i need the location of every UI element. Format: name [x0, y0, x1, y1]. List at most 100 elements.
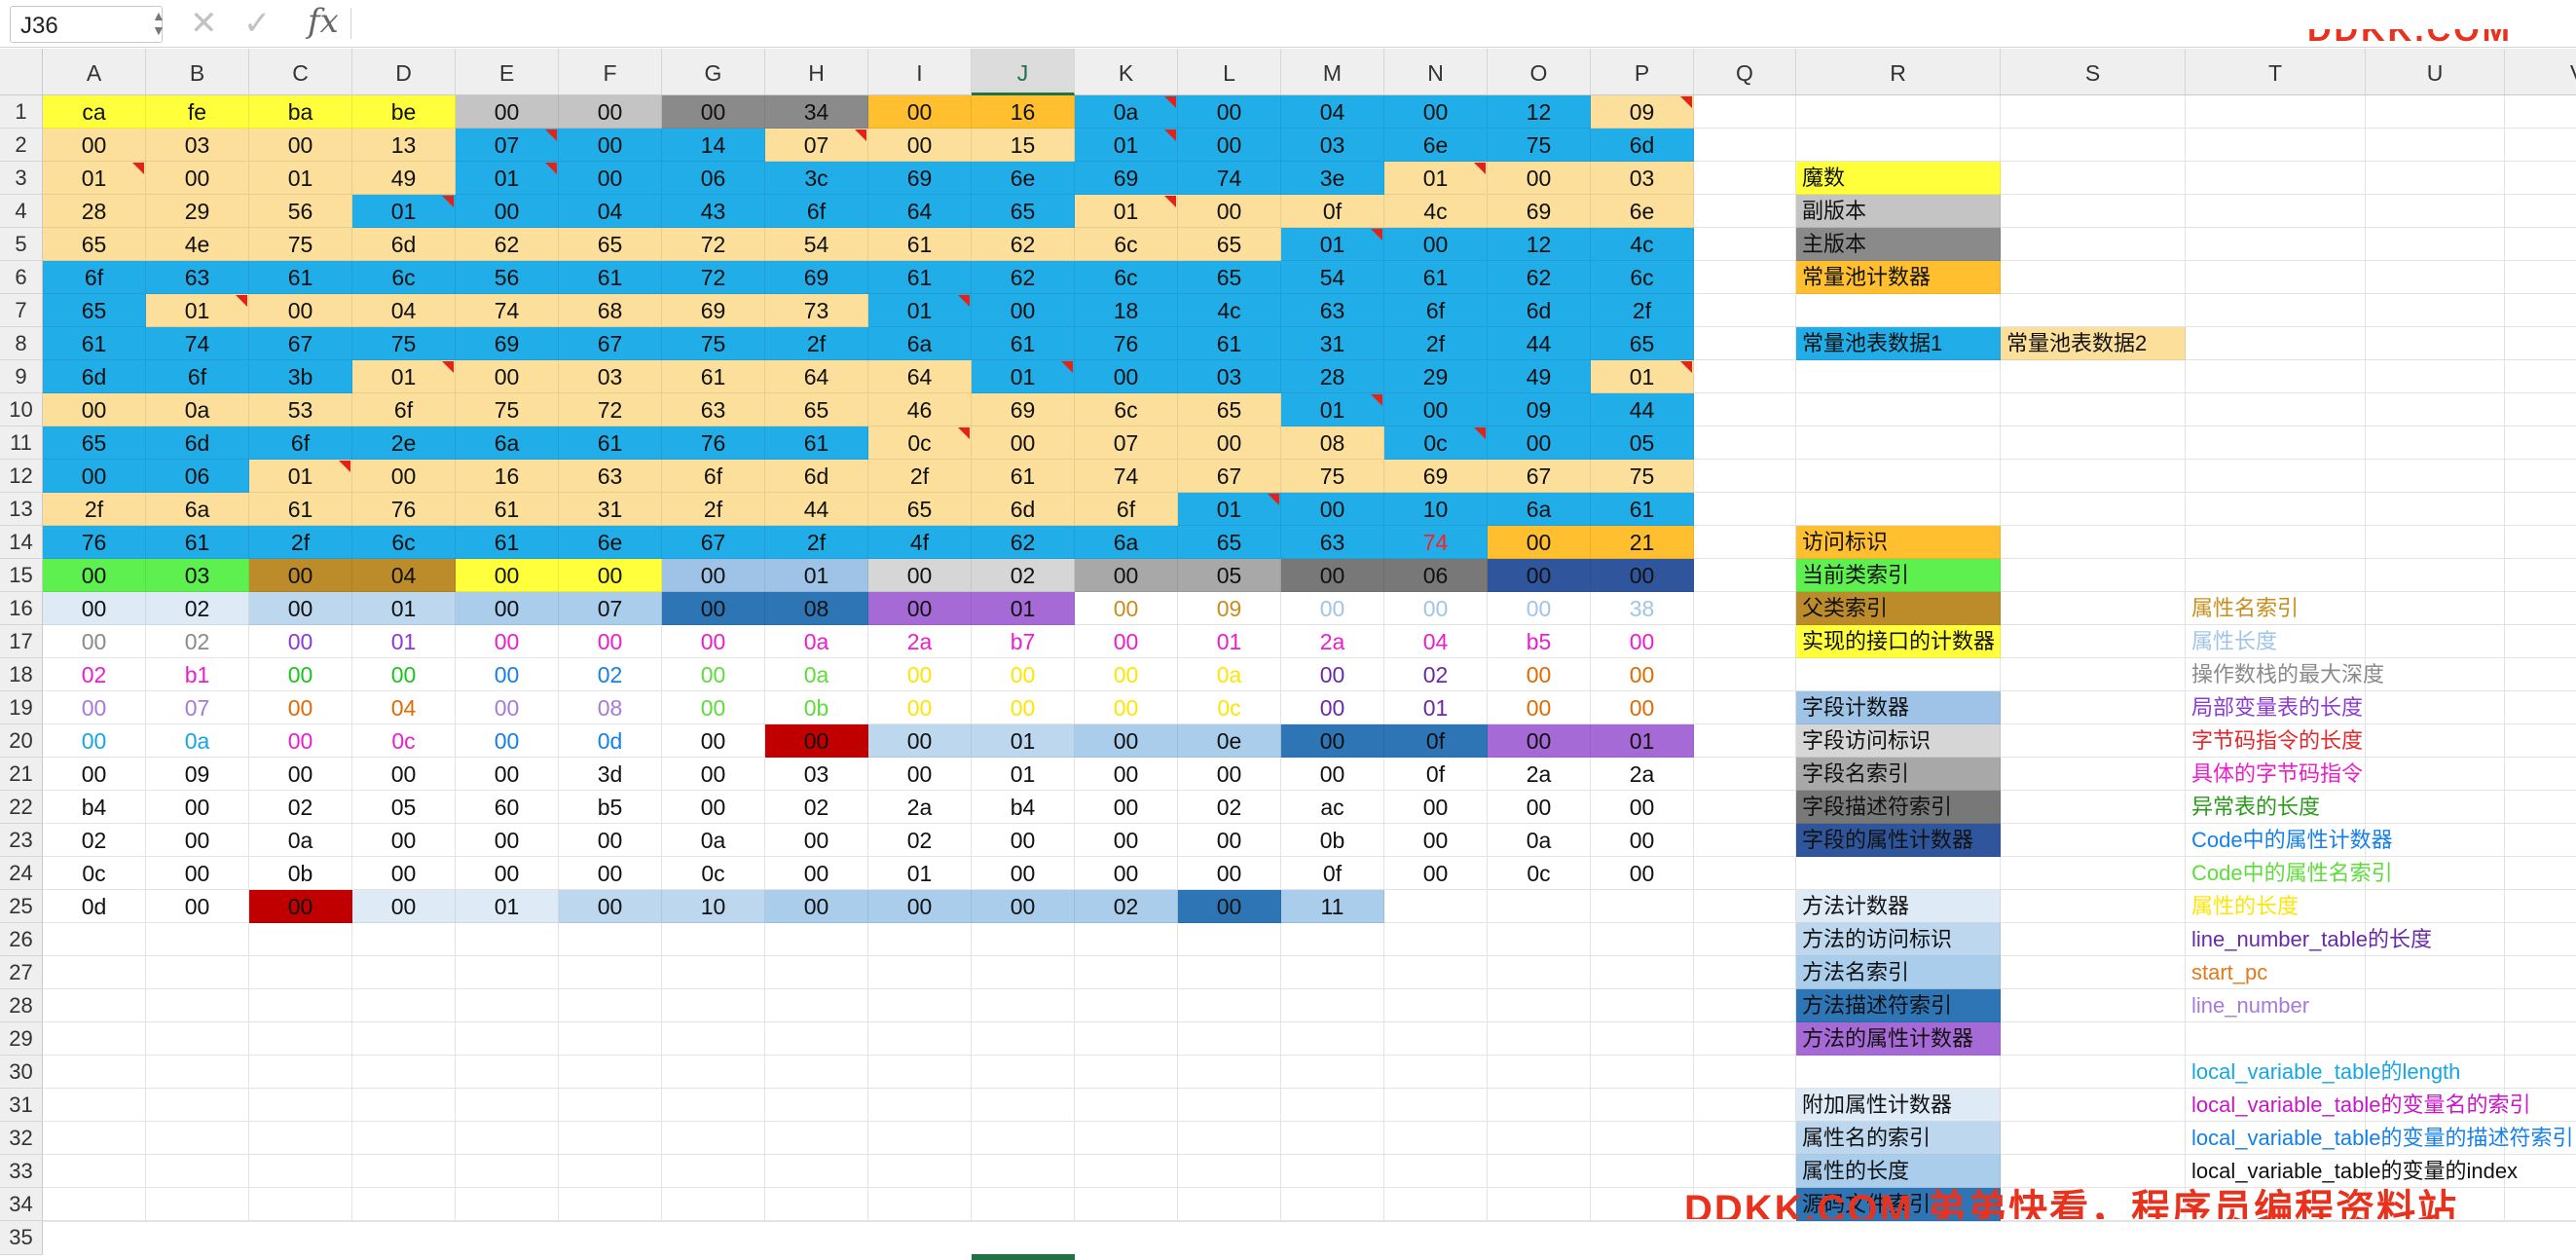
grid-cell[interactable]	[972, 1089, 1075, 1122]
hex-cell-b1[interactable]: fe	[146, 95, 249, 129]
grid-cell[interactable]	[43, 1221, 146, 1222]
hex-cell-l21[interactable]: 00	[1178, 758, 1281, 791]
legend-text-label[interactable]: 属性长度	[2186, 625, 2366, 658]
hex-cell-b22[interactable]: 00	[146, 791, 249, 824]
legend-label[interactable]: 字段描述符索引	[1796, 791, 2001, 824]
row-header-12[interactable]: 12	[0, 460, 43, 493]
hex-cell-k5[interactable]: 6c	[1075, 228, 1178, 261]
hex-cell-b5[interactable]: 4e	[146, 228, 249, 261]
hex-cell-d6[interactable]: 6c	[352, 261, 456, 294]
hex-cell-k12[interactable]: 74	[1075, 460, 1178, 493]
grid-cell[interactable]	[1694, 393, 1796, 426]
hex-cell-h3[interactable]: 3c	[765, 162, 868, 195]
hex-cell-i11[interactable]: 0c	[868, 426, 972, 460]
legend-text-label[interactable]: local_variable_table的变量的描述符索引	[2186, 1122, 2573, 1155]
grid-cell[interactable]	[43, 1155, 146, 1188]
row-header-13[interactable]: 13	[0, 493, 43, 526]
column-header-k[interactable]: K	[1075, 49, 1178, 95]
hex-cell-h6[interactable]: 69	[765, 261, 868, 294]
grid-cell[interactable]	[352, 923, 456, 956]
hex-cell-l19[interactable]: 0c	[1178, 691, 1281, 724]
grid-cell[interactable]	[2001, 426, 2186, 460]
hex-cell-l23[interactable]: 00	[1178, 824, 1281, 857]
hex-cell-k2[interactable]: 01	[1075, 129, 1178, 162]
grid-cell[interactable]	[249, 1122, 352, 1155]
column-header-e[interactable]: E	[456, 49, 559, 95]
hex-cell-e8[interactable]: 69	[456, 327, 559, 360]
grid-cell[interactable]	[765, 1122, 868, 1155]
grid-cell[interactable]	[2001, 1056, 2186, 1089]
hex-cell-h15[interactable]: 01	[765, 559, 868, 592]
hex-cell-c1[interactable]: ba	[249, 95, 352, 129]
hex-cell-m22[interactable]: ac	[1281, 791, 1384, 824]
hex-cell-a23[interactable]: 02	[43, 824, 146, 857]
hex-cell-n8[interactable]: 2f	[1384, 327, 1488, 360]
hex-cell-c11[interactable]: 6f	[249, 426, 352, 460]
hex-cell-d12[interactable]: 00	[352, 460, 456, 493]
grid-cell[interactable]	[1075, 989, 1178, 1022]
grid-cell[interactable]	[1694, 625, 1796, 658]
grid-cell[interactable]	[559, 1089, 662, 1122]
hex-cell-j25[interactable]: 00	[972, 890, 1075, 923]
legend-label[interactable]: 方法的访问标识	[1796, 923, 2001, 956]
hex-cell-f23[interactable]: 00	[559, 824, 662, 857]
grid-cell[interactable]	[1384, 1122, 1488, 1155]
hex-cell-h14[interactable]: 2f	[765, 526, 868, 559]
legend-text-label[interactable]: Code中的属性名索引	[2186, 857, 2393, 890]
column-header-c[interactable]: C	[249, 49, 352, 95]
hex-cell-a17[interactable]: 00	[43, 625, 146, 658]
hex-cell-b20[interactable]: 0a	[146, 724, 249, 758]
hex-cell-f11[interactable]: 61	[559, 426, 662, 460]
legend-text-label[interactable]: line_number	[2186, 989, 2366, 1022]
grid-cell[interactable]	[2001, 989, 2186, 1022]
hex-cell-l9[interactable]: 03	[1178, 360, 1281, 393]
grid-cell[interactable]	[2366, 327, 2505, 360]
grid-cell[interactable]	[1281, 956, 1384, 989]
hex-cell-n2[interactable]: 6e	[1384, 129, 1488, 162]
grid-cell[interactable]	[2366, 1221, 2505, 1222]
hex-cell-j15[interactable]: 02	[972, 559, 1075, 592]
grid-cell[interactable]	[2001, 493, 2186, 526]
hex-cell-c13[interactable]: 61	[249, 493, 352, 526]
grid-cell[interactable]	[1075, 1188, 1178, 1221]
hex-cell-d19[interactable]: 04	[352, 691, 456, 724]
hex-cell-i5[interactable]: 61	[868, 228, 972, 261]
legend-label[interactable]: 当前类索引	[1796, 559, 2001, 592]
hex-cell-o14[interactable]: 00	[1488, 526, 1591, 559]
grid-cell[interactable]	[972, 1155, 1075, 1188]
grid-cell[interactable]	[1694, 1056, 1796, 1089]
hex-cell-a1[interactable]: ca	[43, 95, 146, 129]
grid-cell[interactable]	[1694, 493, 1796, 526]
hex-cell-l2[interactable]: 00	[1178, 129, 1281, 162]
hex-cell-a12[interactable]: 00	[43, 460, 146, 493]
hex-cell-n11[interactable]: 0c	[1384, 426, 1488, 460]
column-header-s[interactable]: S	[2001, 49, 2186, 95]
grid-cell[interactable]	[972, 989, 1075, 1022]
row-header-19[interactable]: 19	[0, 691, 43, 724]
grid-cell[interactable]	[662, 1089, 765, 1122]
grid-cell[interactable]	[1281, 1022, 1384, 1056]
hex-cell-o4[interactable]: 69	[1488, 195, 1591, 228]
grid-cell[interactable]	[249, 1188, 352, 1221]
grid-cell[interactable]	[2505, 294, 2576, 327]
grid-cell[interactable]	[2505, 493, 2576, 526]
grid-cell[interactable]	[1591, 923, 1694, 956]
grid-cell[interactable]	[1694, 1122, 1796, 1155]
select-all-corner[interactable]	[0, 49, 43, 95]
grid-cell[interactable]	[2366, 95, 2505, 129]
grid-cell[interactable]	[1384, 1022, 1488, 1056]
grid-cell[interactable]	[662, 989, 765, 1022]
hex-cell-i6[interactable]: 61	[868, 261, 972, 294]
grid-cell[interactable]	[146, 989, 249, 1022]
row-header-34[interactable]: 34	[0, 1188, 43, 1221]
hex-cell-o20[interactable]: 00	[1488, 724, 1591, 758]
grid-cell[interactable]	[1796, 857, 2001, 890]
hex-cell-a6[interactable]: 6f	[43, 261, 146, 294]
hex-cell-n19[interactable]: 01	[1384, 691, 1488, 724]
grid-cell[interactable]	[2505, 724, 2576, 758]
hex-cell-b2[interactable]: 03	[146, 129, 249, 162]
grid-cell[interactable]	[1591, 1089, 1694, 1122]
grid-cell[interactable]	[1694, 658, 1796, 691]
row-header-25[interactable]: 25	[0, 890, 43, 923]
hex-cell-o7[interactable]: 6d	[1488, 294, 1591, 327]
